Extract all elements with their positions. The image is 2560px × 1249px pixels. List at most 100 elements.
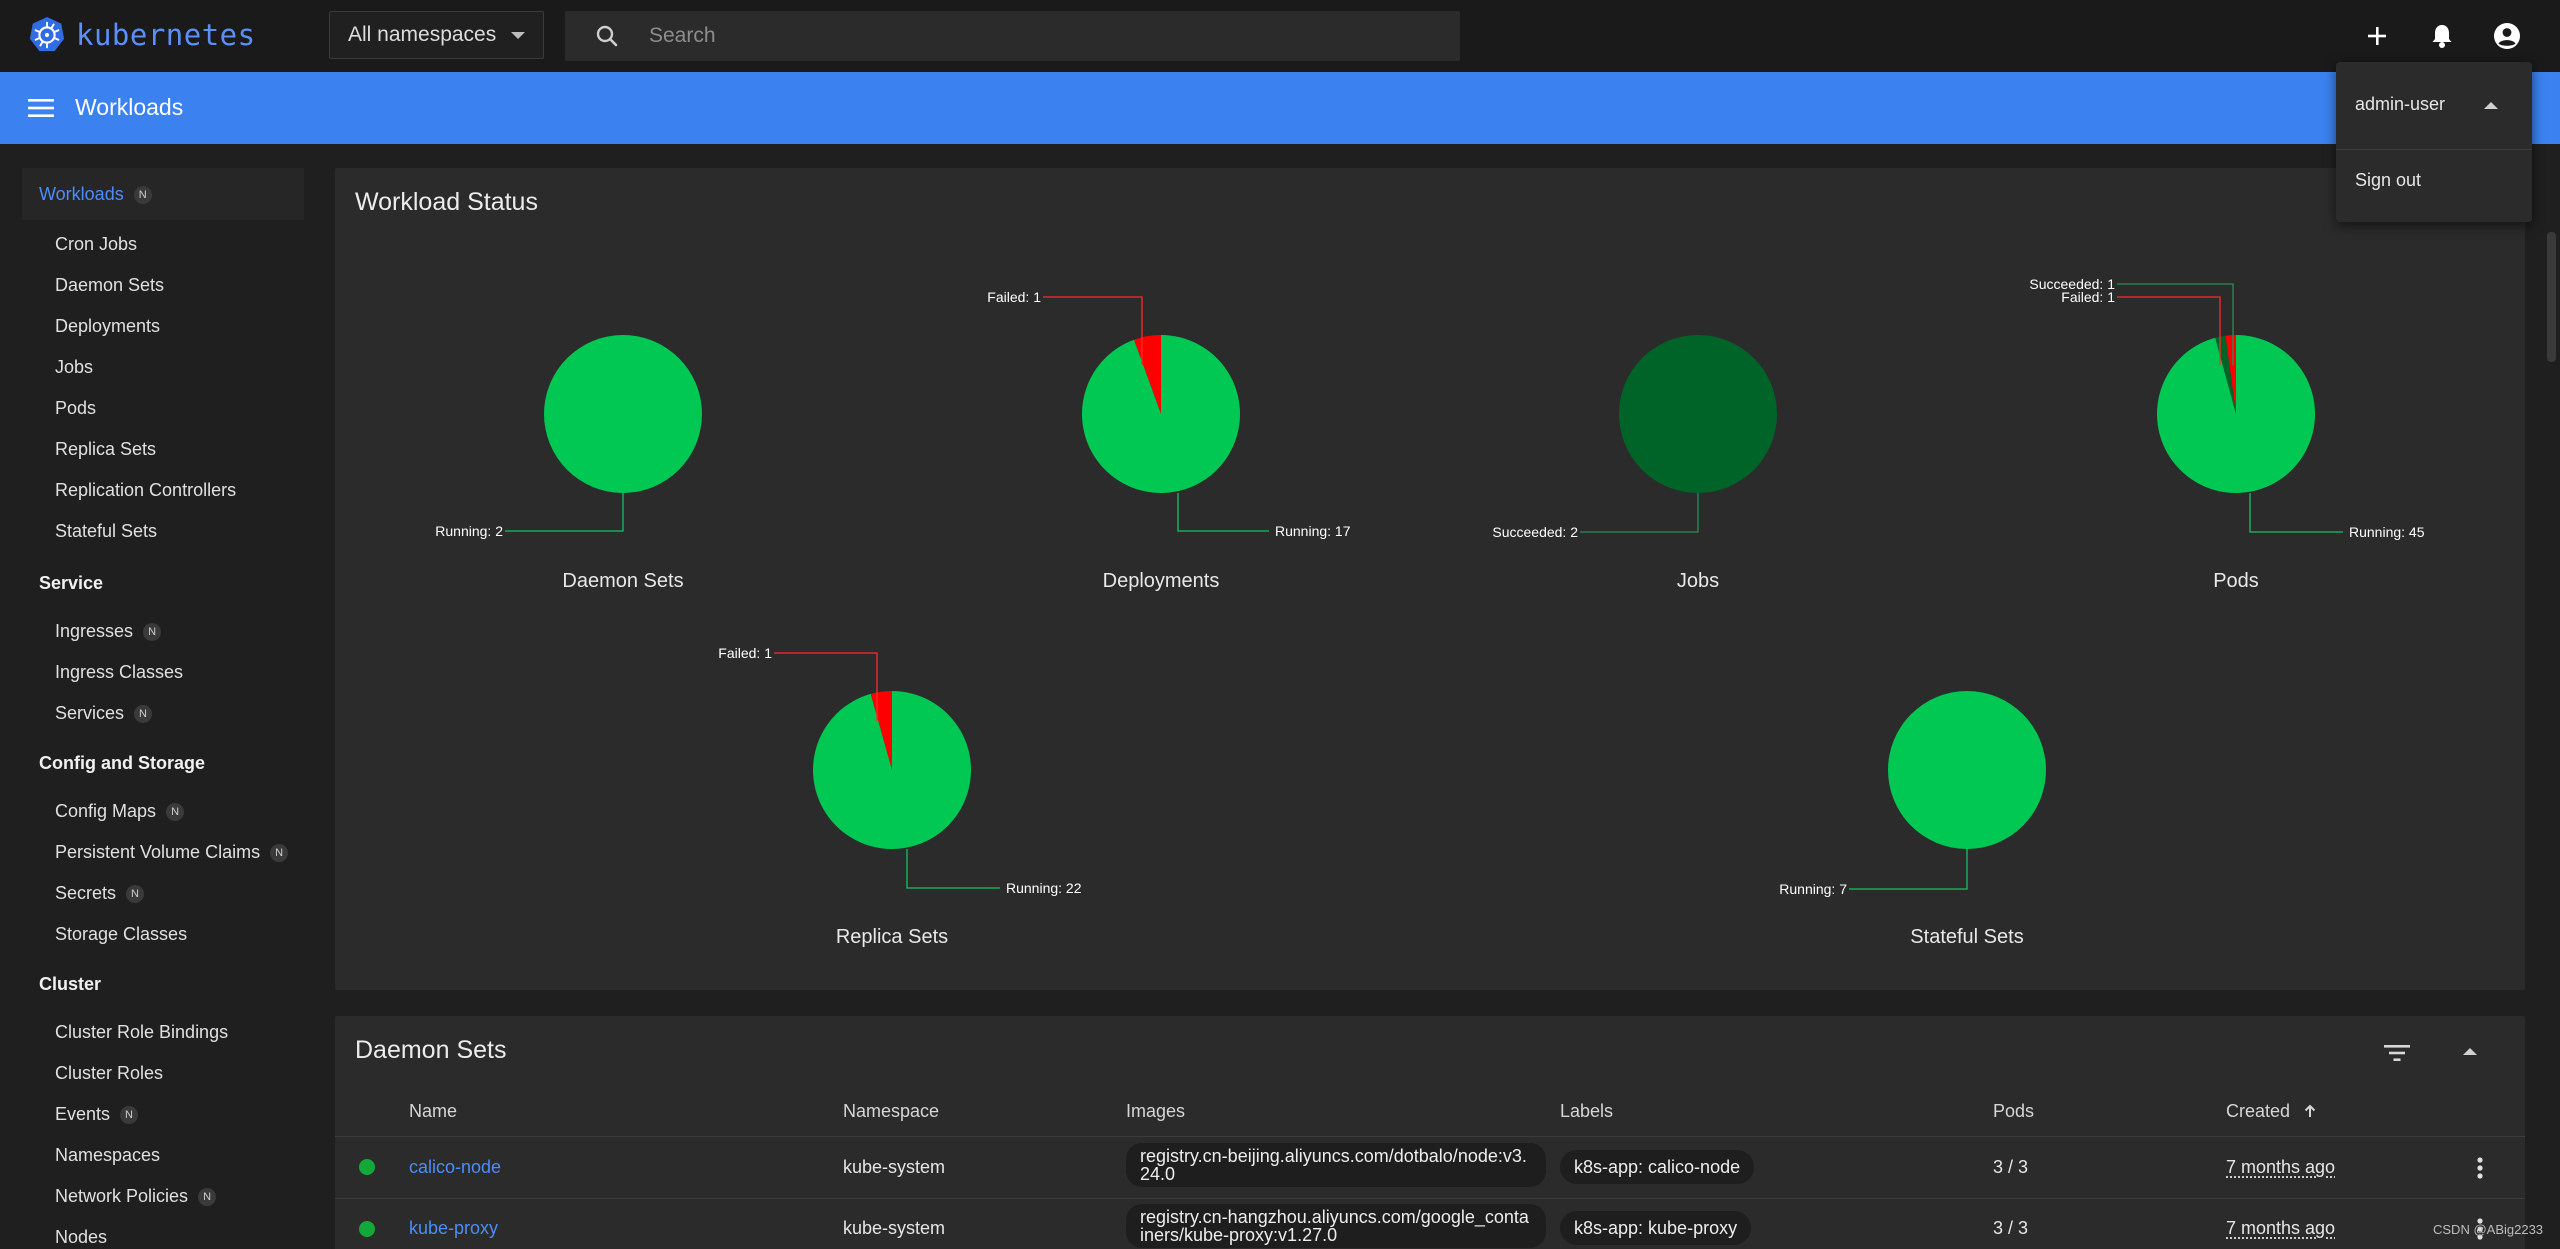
sidebar-item-config-maps[interactable]: Config Maps N [55, 801, 185, 822]
sidebar-item-daemon-sets[interactable]: Daemon Sets [55, 275, 164, 296]
logo-text: kubernetes [76, 18, 256, 52]
sidebar-item-events[interactable]: Events N [55, 1104, 139, 1125]
namespace-cell: kube-system [843, 1218, 946, 1238]
namespaced-badge: N [198, 1187, 217, 1206]
column-header-namespace[interactable]: Namespace [843, 1101, 939, 1122]
sidebar-item-label: Ingresses [55, 621, 134, 641]
namespaced-badge: N [133, 185, 152, 204]
sidebar-item-persistent-volume-claims[interactable]: Persistent Volume Claims N [55, 842, 289, 863]
column-header-created[interactable]: Created [2226, 1101, 2317, 1122]
pods-cell: 3 / 3 [1993, 1157, 2029, 1177]
chart-title-pods: Pods [2213, 570, 2259, 592]
menu-icon[interactable] [28, 98, 54, 118]
add-button[interactable] [2361, 20, 2393, 52]
sidebar-item-workloads[interactable]: Workloads N [39, 184, 152, 205]
daemon-set-name-link[interactable]: kube-proxy [409, 1218, 498, 1239]
sidebar-item-jobs[interactable]: Jobs [55, 357, 93, 378]
sidebar-item-storage-classes[interactable]: Storage Classes [55, 924, 187, 945]
arrow-up-icon [2304, 1104, 2316, 1117]
sidebar-item-label: Config Maps [55, 801, 157, 821]
chart-title-deployments: Deployments [1102, 570, 1220, 592]
sidebar-category-cluster[interactable]: Cluster [39, 974, 101, 995]
plus-icon [2368, 27, 2386, 45]
sidebar-item-network-policies[interactable]: Network Policies N [55, 1186, 217, 1207]
sidebar-item-ingresses[interactable]: Ingresses N [55, 621, 162, 642]
user-menu: admin-user Sign out [2336, 62, 2532, 222]
scrollbar[interactable] [2547, 232, 2556, 362]
sidebar-item-label: Persistent Volume Claims [55, 842, 261, 862]
sidebar-item-cluster-roles[interactable]: Cluster Roles [55, 1063, 163, 1084]
table-divider [335, 1136, 2525, 1137]
column-header-name[interactable]: Name [409, 1101, 457, 1122]
bell-icon [2432, 25, 2452, 48]
sidebar-item-label: Events [55, 1104, 111, 1124]
sidebar-item-nodes[interactable]: Nodes [55, 1227, 107, 1248]
namespace-select-value: All namespaces [348, 23, 497, 46]
table-divider [335, 1198, 2525, 1199]
namespace-select[interactable]: All namespaces [329, 11, 544, 59]
sidebar-item-pods[interactable]: Pods [55, 398, 96, 419]
workload-status-title: Workload Status [355, 188, 538, 216]
sidebar-item-label: Secrets [55, 883, 117, 903]
sidebar: Workloads N Cron Jobs Daemon Sets Deploy… [0, 144, 318, 1249]
notifications-button[interactable] [2426, 20, 2458, 52]
pods-cell: 3 / 3 [1993, 1218, 2029, 1238]
daemon-set-name-link[interactable]: calico-node [409, 1157, 501, 1178]
sidebar-item-services[interactable]: Services N [55, 703, 153, 724]
column-header-pods: Pods [1993, 1101, 2035, 1121]
search-icon [596, 25, 618, 47]
sidebar-item-cluster-role-bindings[interactable]: Cluster Role Bindings [55, 1022, 228, 1043]
label-chip: k8s-app: calico-node [1560, 1150, 1755, 1184]
sidebar-item-label: Workloads [39, 184, 124, 204]
sidebar-item-namespaces[interactable]: Namespaces [55, 1145, 160, 1166]
sidebar-item-stateful-sets[interactable]: Stateful Sets [55, 521, 157, 542]
created-cell: 7 months ago [2226, 1157, 2336, 1177]
sidebar-item-cron-jobs[interactable]: Cron Jobs [55, 234, 137, 255]
sidebar-item-replication-controllers[interactable]: Replication Controllers [55, 480, 236, 501]
account-button[interactable] [2491, 20, 2523, 52]
collapse-icon[interactable] [2463, 1048, 2477, 1055]
page-title: Workloads [75, 94, 184, 120]
sidebar-item-label: Services [55, 703, 125, 723]
chart-title-stateful-sets: Stateful Sets [1910, 926, 2024, 948]
namespaced-badge: N [126, 884, 145, 903]
app-bar: Workloads [0, 72, 2560, 144]
sidebar-item-label: Network Policies [55, 1186, 189, 1206]
more-vert-icon[interactable] [2475, 1156, 2485, 1180]
created-cell: 7 months ago [2226, 1218, 2336, 1238]
column-header-labels: Labels [1560, 1101, 1614, 1121]
sidebar-item-label: Ingress Classes [55, 662, 184, 682]
username-label: admin-user [2355, 94, 2446, 114]
watermark: CSDN @ABig2233 [2433, 1222, 2544, 1237]
sidebar-item-label: Jobs [55, 357, 94, 377]
menu-divider [2336, 149, 2532, 150]
sidebar-item-deployments[interactable]: Deployments [55, 316, 160, 337]
sidebar-category-service[interactable]: Service [39, 573, 103, 594]
sidebar-item-label: Stateful Sets [55, 521, 158, 541]
chart-title-replica-sets: Replica Sets [835, 926, 949, 948]
search-bar[interactable] [565, 11, 1460, 61]
sidebar-item-label: Replica Sets [55, 439, 157, 459]
status-running-icon [359, 1221, 375, 1237]
kubernetes-wheel-icon [29, 16, 65, 52]
top-bar: kubernetes All namespaces [0, 0, 2560, 72]
namespaced-badge: N [134, 704, 153, 723]
namespace-cell: kube-system [843, 1157, 946, 1177]
daemon-sets-title: Daemon Sets [355, 1036, 507, 1064]
sidebar-category-config-storage[interactable]: Config and Storage [39, 753, 205, 774]
namespaced-badge: N [166, 802, 185, 821]
sidebar-item-label: Storage Classes [55, 924, 188, 944]
sidebar-item-replica-sets[interactable]: Replica Sets [55, 439, 156, 460]
kubernetes-logo[interactable]: kubernetes [28, 16, 256, 54]
image-chip: registry.cn-beijing.aliyuncs.com/dotbalo… [1126, 1143, 1546, 1187]
sidebar-item-ingress-classes[interactable]: Ingress Classes [55, 662, 183, 683]
chevron-up-icon[interactable] [2484, 102, 2498, 109]
sidebar-item-label: Deployments [55, 316, 161, 336]
sign-out-button[interactable]: Sign out [2355, 170, 2421, 191]
search-input[interactable] [649, 24, 1429, 48]
filter-icon[interactable] [2383, 1042, 2411, 1064]
label-chip: k8s-app: kube-proxy [1560, 1211, 1752, 1245]
sidebar-item-label: Nodes [55, 1227, 108, 1247]
sidebar-item-secrets[interactable]: Secrets N [55, 883, 145, 904]
chevron-down-icon [511, 32, 525, 39]
